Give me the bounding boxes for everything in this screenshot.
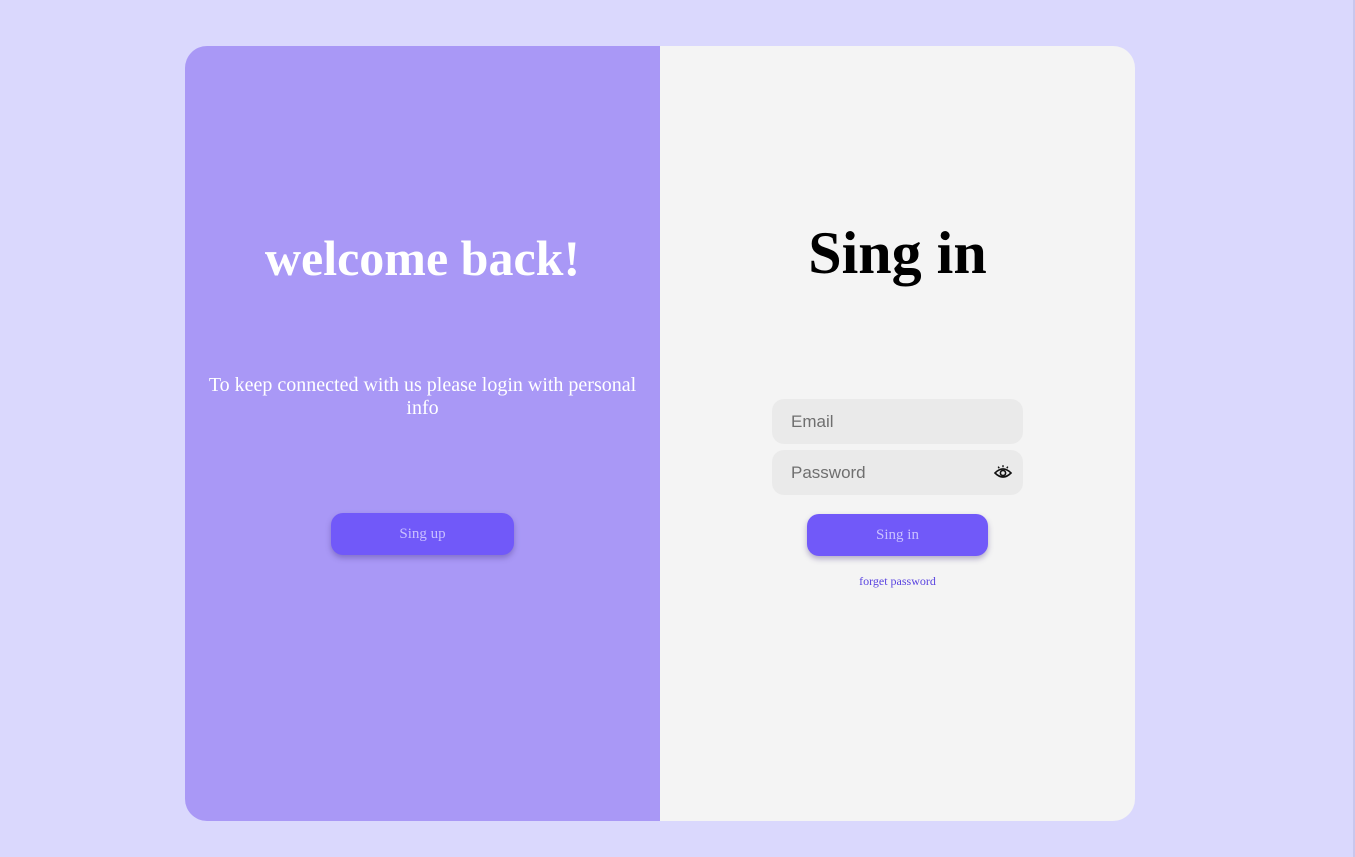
welcome-title: welcome back! (264, 230, 581, 286)
signin-button[interactable]: Sing in (807, 514, 988, 556)
signup-button[interactable]: Sing up (331, 513, 514, 555)
email-field[interactable] (772, 399, 1023, 444)
auth-card: welcome back! To keep connected with us … (185, 46, 1135, 821)
signin-panel: Sing in Sing in forget password (660, 46, 1135, 821)
eye-icon[interactable] (993, 462, 1013, 482)
welcome-message: To keep connected with us please login w… (208, 374, 637, 419)
welcome-panel: welcome back! To keep connected with us … (185, 46, 660, 821)
password-field-wrapper (772, 450, 1023, 495)
password-field[interactable] (772, 450, 1023, 495)
forget-password-link[interactable]: forget password (660, 574, 1135, 589)
signin-title: Sing in (808, 220, 987, 286)
email-field-wrapper (772, 399, 1023, 444)
